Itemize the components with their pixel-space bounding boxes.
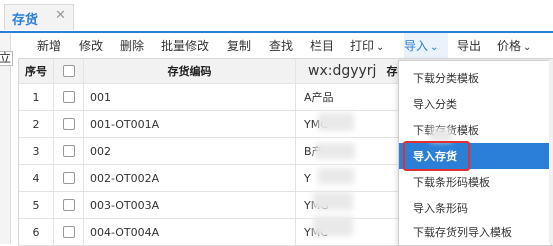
menu-item-import-inventory[interactable]: 导入存货 — [399, 143, 551, 169]
tab-inventory[interactable]: 存货 ✕ — [4, 4, 74, 30]
row-code: 004-OT004A — [84, 219, 296, 245]
price-label: 价格 — [497, 39, 522, 53]
checkbox[interactable] — [62, 118, 75, 130]
redaction-blur — [313, 216, 353, 236]
left-panel-fragment[interactable]: 立 — [0, 51, 14, 66]
menu-item-download-inventory-template[interactable]: 下载存货模板 — [399, 117, 551, 143]
columns-button[interactable]: 栏目 — [310, 37, 334, 54]
row-code: 002-OT002A — [84, 165, 296, 191]
row-seq: 1 — [19, 84, 54, 110]
price-button[interactable]: 价格 ⌄ — [497, 37, 531, 54]
find-button[interactable]: 查找 — [269, 37, 293, 54]
checkbox[interactable] — [62, 65, 75, 77]
import-button[interactable]: 导入 ⌄ — [404, 37, 438, 54]
row-seq: 3 — [19, 138, 54, 164]
chevron-down-icon: ⌄ — [430, 42, 439, 53]
checkbox[interactable] — [62, 145, 75, 157]
redaction-blur — [430, 128, 452, 142]
row-checkbox-cell[interactable] — [54, 165, 84, 191]
tab-bar: 存货 ✕ — [0, 0, 553, 33]
checkbox[interactable] — [62, 172, 75, 184]
menu-item-import-barcode[interactable]: 导入条形码 — [399, 195, 551, 221]
scrollbar[interactable] — [549, 60, 553, 244]
menu-item-download-category-template[interactable]: 下载分类模板 — [399, 65, 551, 91]
copy-button[interactable]: 复制 — [227, 37, 251, 54]
header-select-all[interactable] — [54, 59, 84, 83]
row-seq: 6 — [19, 219, 54, 245]
row-seq: 5 — [19, 192, 54, 218]
delete-button[interactable]: 删除 — [120, 37, 144, 54]
redaction-blur — [318, 168, 354, 184]
new-button[interactable]: 新增 — [37, 37, 61, 54]
chevron-down-icon: ⌄ — [523, 42, 532, 53]
edit-button[interactable]: 修改 — [79, 37, 103, 54]
checkbox[interactable] — [62, 226, 75, 238]
row-seq: 4 — [19, 165, 54, 191]
print-label: 打印 — [350, 39, 375, 53]
batch-edit-button[interactable]: 批量修改 — [161, 37, 209, 54]
tab-label: 存货 — [12, 13, 39, 28]
import-dropdown-menu: 下载分类模板 导入分类 下载存货模板 导入存货 下载条形码模板 导入条形码 下载… — [398, 60, 552, 246]
redaction-blur — [318, 113, 354, 131]
row-checkbox-cell[interactable] — [54, 84, 84, 110]
watermark-text: wx:dgyyrj — [308, 63, 377, 79]
chevron-down-icon: ⌄ — [376, 42, 385, 53]
row-code: 001 — [84, 84, 296, 110]
export-button[interactable]: 导出 — [457, 37, 481, 54]
row-checkbox-cell[interactable] — [54, 138, 84, 164]
menu-item-import-category[interactable]: 导入分类 — [399, 91, 551, 117]
row-checkbox-cell[interactable] — [54, 111, 84, 137]
redaction-blur — [315, 143, 355, 159]
row-checkbox-cell[interactable] — [54, 219, 84, 245]
header-seq: 序号 — [19, 59, 54, 83]
menu-item-download-inventory-column-template[interactable]: 下载存货列导入模板 — [399, 219, 551, 245]
row-checkbox-cell[interactable] — [54, 192, 84, 218]
row-code: 001-OT001A — [84, 111, 296, 137]
row-seq: 2 — [19, 111, 54, 137]
menu-item-download-barcode-template[interactable]: 下载条形码模板 — [399, 169, 551, 195]
close-icon[interactable]: ✕ — [55, 8, 66, 23]
checkbox[interactable] — [62, 199, 75, 211]
row-code: 003-OT003A — [84, 192, 296, 218]
toolbar: 新增 修改 删除 批量修改 复制 查找 栏目 打印 ⌄ 导入 ⌄ 导出 价格 ⌄ — [13, 33, 553, 58]
header-code[interactable]: 存货编码 — [84, 59, 296, 83]
row-code: 002 — [84, 138, 296, 164]
import-label: 导入 — [404, 39, 429, 53]
print-button[interactable]: 打印 ⌄ — [350, 37, 384, 54]
checkbox[interactable] — [62, 91, 75, 103]
redaction-blur — [313, 192, 353, 210]
